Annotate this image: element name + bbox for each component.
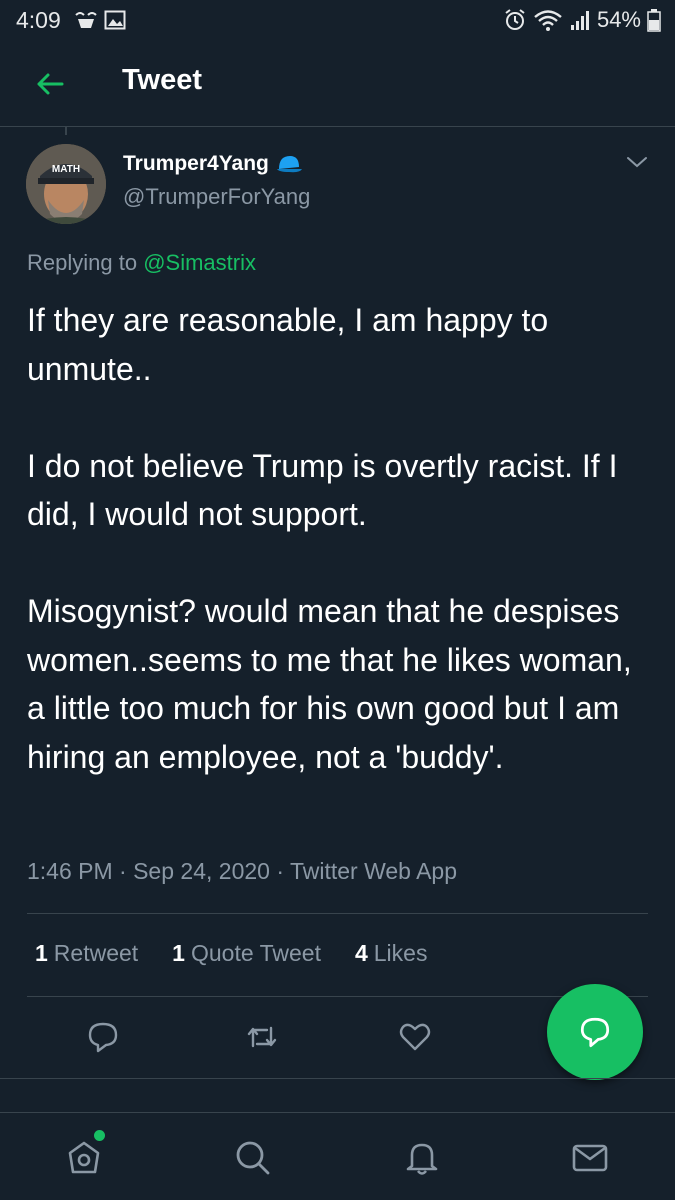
notification-app-icon — [75, 12, 97, 28]
divider — [27, 996, 648, 997]
divider — [27, 913, 648, 914]
wifi-icon — [534, 10, 562, 31]
avatar-cap-text: MATH — [52, 164, 80, 175]
author-name-row[interactable]: Trumper4Yang — [123, 152, 303, 176]
bottom-navigation — [0, 1113, 675, 1200]
replying-to-prefix: Replying to — [27, 250, 144, 275]
battery-percent: 54% — [596, 7, 641, 32]
retweets-count: 1 — [35, 940, 48, 966]
signal-icon — [570, 11, 589, 30]
compose-reply-icon — [580, 1017, 610, 1048]
likes-label: Likes — [373, 940, 428, 966]
compose-reply-button[interactable] — [547, 984, 643, 1080]
page-title: Tweet — [122, 64, 203, 96]
retweets-stat[interactable]: 1 Retweet — [35, 940, 138, 967]
tweet-paragraph: Misogynist? would mean that he despises … — [27, 593, 632, 775]
avatar-image: MATH — [26, 144, 106, 224]
tweet-stats: 1 Retweet 1 Quote Tweet 4 Likes — [35, 940, 427, 967]
chevron-down-icon[interactable] — [625, 152, 649, 172]
tweet-timestamp-source[interactable]: 1:46 PM · Sep 24, 2020 · Twitter Web App — [27, 858, 457, 885]
quotes-label: Quote Tweet — [190, 940, 321, 966]
status-bar: 4:09 54% — [0, 0, 675, 44]
home-icon[interactable] — [64, 1137, 104, 1177]
status-time: 4:09 — [16, 7, 61, 33]
author-handle[interactable]: @TrumperForYang — [123, 184, 310, 210]
home-new-dot — [94, 1130, 105, 1141]
battery-icon — [647, 9, 661, 32]
blue-cap-icon — [276, 156, 302, 173]
like-icon[interactable] — [398, 1020, 432, 1054]
replying-to-mention[interactable]: @Simastrix — [143, 250, 256, 275]
tweet-paragraph: I do not believe Trump is overtly racist… — [27, 447, 618, 533]
alarm-icon — [505, 9, 525, 30]
retweets-label: Retweet — [53, 940, 139, 966]
tweet-paragraph: If they are reasonable, I am happy to un… — [27, 302, 549, 387]
quotes-stat[interactable]: 1 Quote Tweet — [172, 940, 321, 967]
tweet-text: If they are reasonable, I am happy to un… — [27, 296, 652, 781]
thread-connector-line — [65, 127, 67, 135]
notifications-icon[interactable] — [402, 1137, 442, 1177]
messages-icon[interactable] — [570, 1137, 610, 1177]
app-bar: Tweet — [0, 44, 675, 127]
replying-to: Replying to @Simastrix — [27, 250, 256, 276]
likes-stat[interactable]: 4 Likes — [355, 940, 428, 967]
gallery-icon — [104, 10, 126, 30]
quotes-count: 1 — [172, 940, 185, 966]
display-name[interactable]: Trumper4Yang — [123, 152, 269, 176]
search-icon[interactable] — [232, 1137, 272, 1177]
retweet-icon[interactable] — [245, 1020, 279, 1054]
divider — [0, 1078, 675, 1079]
avatar[interactable]: MATH — [26, 144, 106, 224]
likes-count: 4 — [354, 940, 368, 966]
reply-icon[interactable] — [86, 1020, 120, 1054]
back-arrow-icon[interactable] — [32, 66, 68, 102]
